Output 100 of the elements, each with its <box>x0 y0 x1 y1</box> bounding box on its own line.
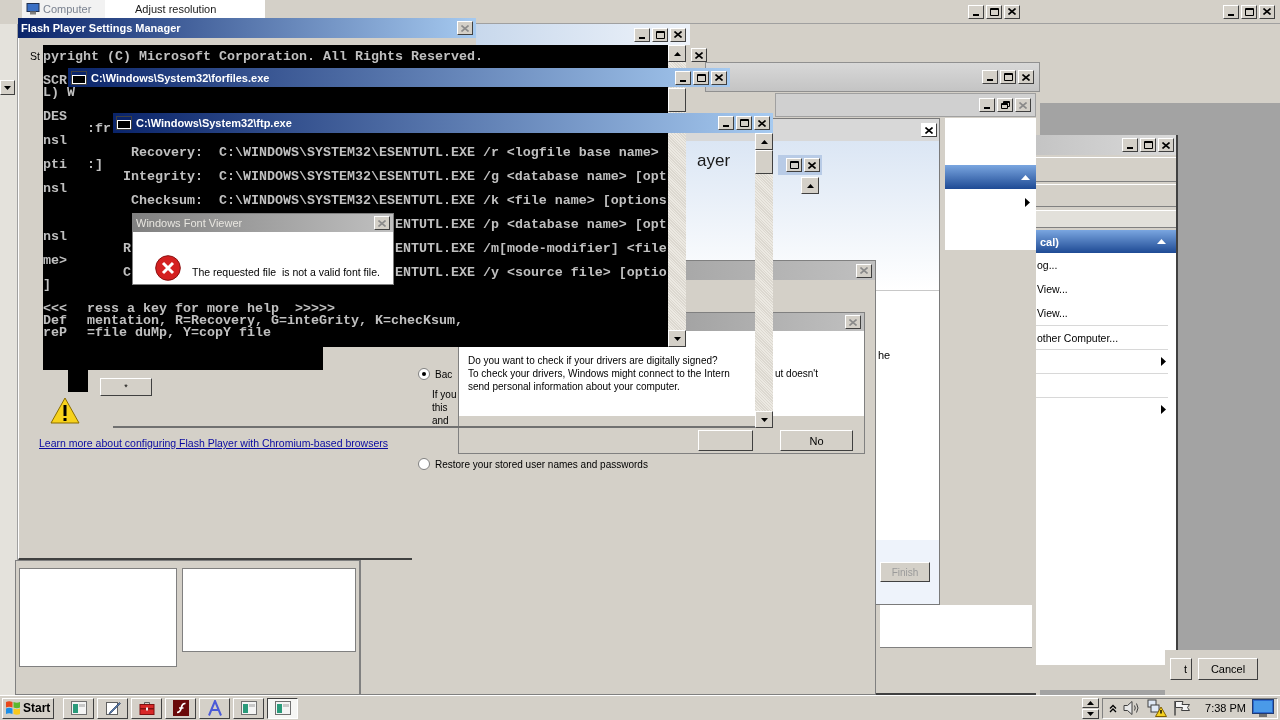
minimize-icon <box>723 125 729 127</box>
window-title: Computer <box>43 3 92 15</box>
toolbox-icon <box>138 700 155 716</box>
console-label: Integrity: <box>122 171 203 183</box>
scroll-up-button[interactable] <box>755 133 773 150</box>
maximize-icon <box>1143 141 1153 149</box>
scroll-down-button[interactable] <box>668 330 686 347</box>
no-button[interactable]: No <box>780 430 853 451</box>
scroll-up-icon <box>760 139 768 144</box>
section-header[interactable]: cal) <box>1036 230 1176 253</box>
console-text: C:\WINDOWS\SYSTEM32\ESENTUTL.EXE /r <logfile base name> <box>218 147 659 159</box>
clock[interactable]: 7:38 PM <box>1205 702 1246 714</box>
tab[interactable]: St <box>30 50 40 63</box>
minimize-button[interactable] <box>968 4 984 19</box>
radio-label[interactable]: Restore your stored user names and passwords <box>435 458 648 470</box>
small-button[interactable]: * <box>100 378 152 396</box>
network-warning-icon[interactable] <box>1147 699 1168 717</box>
minimize-button[interactable] <box>718 116 734 130</box>
minimize-button[interactable] <box>1122 138 1138 152</box>
scrollbar-thumb[interactable] <box>668 88 686 112</box>
maximize-button[interactable] <box>652 27 668 42</box>
console-text: ENTUTL.EXE /p <database name> [opt <box>394 219 667 231</box>
menu-item[interactable]: other Computer... <box>1036 325 1168 349</box>
show-desktop-icon[interactable] <box>1252 699 1274 717</box>
close-button[interactable] <box>921 123 937 137</box>
maximize-button[interactable] <box>1140 138 1156 152</box>
minimize-button[interactable] <box>675 70 691 85</box>
scroll-down-button[interactable] <box>755 411 773 428</box>
option-description: If you <box>431 388 457 401</box>
maximize-button[interactable] <box>1000 70 1016 84</box>
close-button[interactable] <box>1004 4 1020 19</box>
close-icon <box>1008 8 1016 15</box>
scroll-up-button[interactable] <box>1082 697 1100 708</box>
chevron-up-icon[interactable] <box>1109 703 1118 713</box>
flag-icon[interactable] <box>1173 700 1192 716</box>
dialog-button[interactable]: Cancel <box>1198 658 1258 680</box>
menu-item[interactable]: View... <box>1036 277 1168 301</box>
window-icon <box>240 700 257 716</box>
maximize-button[interactable] <box>786 158 802 172</box>
console-text: =file duMp, Y=copY file <box>87 327 271 339</box>
minimize-button[interactable] <box>979 98 995 112</box>
window-title: C:\Windows\System32\ftp.exe <box>136 116 292 130</box>
taskbar-button[interactable] <box>267 697 298 719</box>
close-button[interactable] <box>711 70 727 85</box>
maximize-icon <box>789 161 799 169</box>
close-button[interactable] <box>670 27 686 42</box>
learn-more-link[interactable]: Learn more about configuring Flash Player with Chromium-based browsers <box>39 437 388 449</box>
close-button[interactable] <box>856 263 872 278</box>
radio-button[interactable] <box>418 368 430 380</box>
dialog-button[interactable] <box>698 430 753 451</box>
scroll-up-button[interactable] <box>801 177 819 194</box>
speaker-icon[interactable] <box>1123 700 1142 716</box>
console-text: C:\WINDOWS\SYSTEM32\ESENTUTL.EXE /k <file name> [options <box>218 195 667 207</box>
close-icon <box>758 119 766 127</box>
maximize-button[interactable] <box>736 116 752 130</box>
dropdown-button[interactable] <box>0 80 15 95</box>
close-icon <box>860 267 868 274</box>
close-button[interactable] <box>1018 70 1034 84</box>
console-text: ENTUTL.EXE /y <source file> [optio <box>394 267 667 279</box>
start-button[interactable]: Start <box>2 697 54 719</box>
message-text: send personal information about your computer. <box>468 380 680 393</box>
console-label: Checksum: <box>130 195 203 207</box>
close-button[interactable] <box>691 48 707 62</box>
section-header[interactable] <box>945 165 1036 189</box>
close-button[interactable] <box>754 116 770 130</box>
maximize-icon <box>1244 7 1254 16</box>
close-button[interactable] <box>804 158 820 172</box>
console-text: SCR <box>43 75 67 87</box>
minimize-button[interactable] <box>982 70 998 84</box>
scroll-up-button[interactable] <box>668 45 686 62</box>
close-icon <box>695 51 703 59</box>
console-text: ] <box>43 279 51 291</box>
minimize-icon <box>639 36 645 39</box>
radio-button[interactable] <box>418 458 430 470</box>
scroll-down-icon <box>1087 711 1095 716</box>
scrollbar[interactable] <box>755 133 773 428</box>
maximize-button[interactable] <box>1241 4 1257 19</box>
radio-label[interactable]: Bac <box>435 368 453 380</box>
maximize-button[interactable] <box>986 4 1002 19</box>
adjust-resolution-link[interactable]: Adjust resolution <box>135 3 217 15</box>
close-button[interactable] <box>374 216 390 230</box>
console-text: reP <box>43 327 67 339</box>
close-button[interactable] <box>845 315 861 329</box>
menu-item[interactable]: og... <box>1036 253 1168 277</box>
close-button[interactable] <box>1015 98 1031 112</box>
window-title: C:\Windows\System32\forfiles.exe <box>91 70 270 85</box>
minimize-button[interactable] <box>1223 4 1239 19</box>
console-text: ENTUTL.EXE /m[mode-modifier] <file <box>394 243 667 255</box>
close-icon <box>1022 73 1030 81</box>
maximize-icon <box>696 73 706 82</box>
scroll-down-button[interactable] <box>1082 708 1100 719</box>
maximize-button[interactable] <box>693 70 709 85</box>
restore-button[interactable] <box>997 98 1013 112</box>
menu-item[interactable]: View... <box>1036 301 1168 325</box>
close-button[interactable] <box>1259 4 1275 19</box>
dialog-button[interactable]: t <box>1170 658 1192 680</box>
minimize-button[interactable] <box>634 27 650 42</box>
close-button[interactable] <box>1158 138 1174 152</box>
scrollbar-thumb[interactable] <box>755 150 773 174</box>
close-button[interactable] <box>457 21 473 35</box>
